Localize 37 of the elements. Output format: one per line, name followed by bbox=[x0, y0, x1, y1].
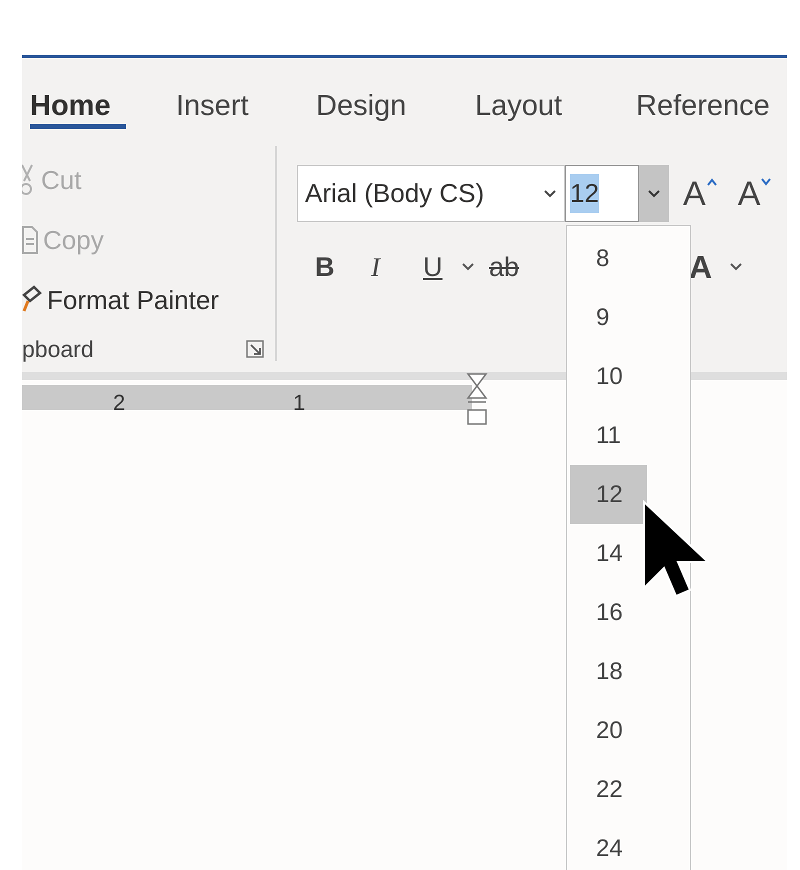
underline-button[interactable]: U bbox=[423, 246, 461, 288]
caret-down-icon bbox=[760, 176, 772, 186]
ribbon-tab[interactable]: Insert bbox=[176, 58, 316, 138]
indent-marker-icon[interactable] bbox=[466, 372, 488, 428]
ruler-number: 1 bbox=[293, 389, 306, 417]
size-option[interactable]: 8 bbox=[570, 229, 647, 288]
strikethrough-button[interactable]: ab bbox=[489, 246, 539, 288]
dialog-launcher-icon[interactable] bbox=[246, 340, 264, 358]
ribbon-tab[interactable]: Reference bbox=[636, 58, 787, 138]
size-option[interactable]: 22 bbox=[570, 760, 647, 819]
group-label: pboard bbox=[22, 335, 94, 364]
size-option[interactable]: 10 bbox=[570, 347, 647, 406]
size-option[interactable]: 12 bbox=[570, 465, 647, 524]
font-size-field[interactable]: 12 bbox=[565, 165, 639, 222]
size-option[interactable]: 18 bbox=[570, 642, 647, 701]
grow-font-button[interactable]: A bbox=[683, 176, 718, 210]
ruler-number: 2 bbox=[113, 389, 126, 417]
ribbon-tab[interactable]: Design bbox=[316, 58, 475, 138]
shrink-font-button[interactable]: A bbox=[738, 176, 772, 210]
bold-button[interactable]: B bbox=[315, 246, 371, 288]
caret-icon[interactable] bbox=[729, 262, 743, 272]
ribbon-tab[interactable]: Home bbox=[30, 58, 176, 138]
size-option[interactable]: 16 bbox=[570, 583, 647, 642]
caret-icon[interactable] bbox=[461, 262, 475, 272]
caret-up-icon bbox=[706, 176, 718, 186]
italic-button[interactable]: I bbox=[371, 246, 423, 288]
size-option[interactable]: 11 bbox=[570, 406, 647, 465]
caret-icon bbox=[647, 188, 661, 198]
ribbon-tab[interactable]: Layout bbox=[475, 58, 636, 138]
format-painter-button[interactable]: Format Painter bbox=[22, 270, 219, 330]
font-name-field[interactable]: Arial (Body CS) bbox=[297, 165, 565, 222]
size-option[interactable]: 9 bbox=[570, 288, 647, 347]
size-option[interactable]: 20 bbox=[570, 701, 647, 760]
text-effects-button[interactable]: A bbox=[689, 243, 729, 291]
size-option[interactable]: 24 bbox=[570, 819, 647, 870]
caret-icon[interactable] bbox=[543, 188, 557, 198]
copy-icon bbox=[22, 225, 38, 255]
